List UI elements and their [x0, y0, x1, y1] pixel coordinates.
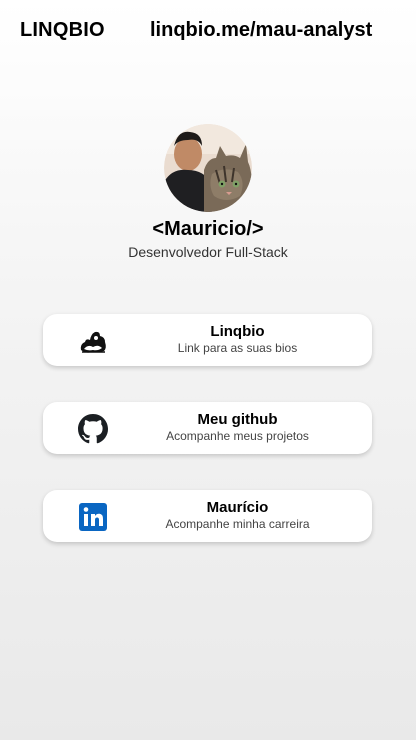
link-card-linqbio[interactable]: Linqbio Link para as suas bios — [43, 314, 372, 366]
profile-name: <Mauricio/> — [152, 218, 264, 240]
link-card-linkedin[interactable]: Maurício Acompanhe minha carreira — [43, 490, 372, 542]
top-bar: LINQBIO linqbio.me/mau-analyst — [0, 0, 416, 64]
link-title: Meu github — [197, 411, 278, 428]
link-card-github[interactable]: Meu github Acompanhe meus projetos — [43, 402, 372, 454]
avatar — [164, 124, 252, 212]
profile-role: Desenvolvedor Full-Stack — [128, 244, 288, 260]
profile-url[interactable]: linqbio.me/mau-analyst — [150, 19, 372, 42]
link-title: Maurício — [206, 499, 269, 516]
profile-section: <Mauricio/> Desenvolvedor Full-Stack — [0, 124, 416, 261]
link-subtitle: Link para as suas bios — [177, 341, 298, 355]
link-subtitle: Acompanhe meus projetos — [166, 429, 309, 443]
brand-logo-text[interactable]: LINQBIO — [20, 19, 105, 42]
link-title: Linqbio — [210, 323, 265, 340]
links-list: Linqbio Link para as suas bios Meu githu… — [43, 314, 372, 578]
link-subtitle: Acompanhe minha carreira — [165, 517, 310, 531]
